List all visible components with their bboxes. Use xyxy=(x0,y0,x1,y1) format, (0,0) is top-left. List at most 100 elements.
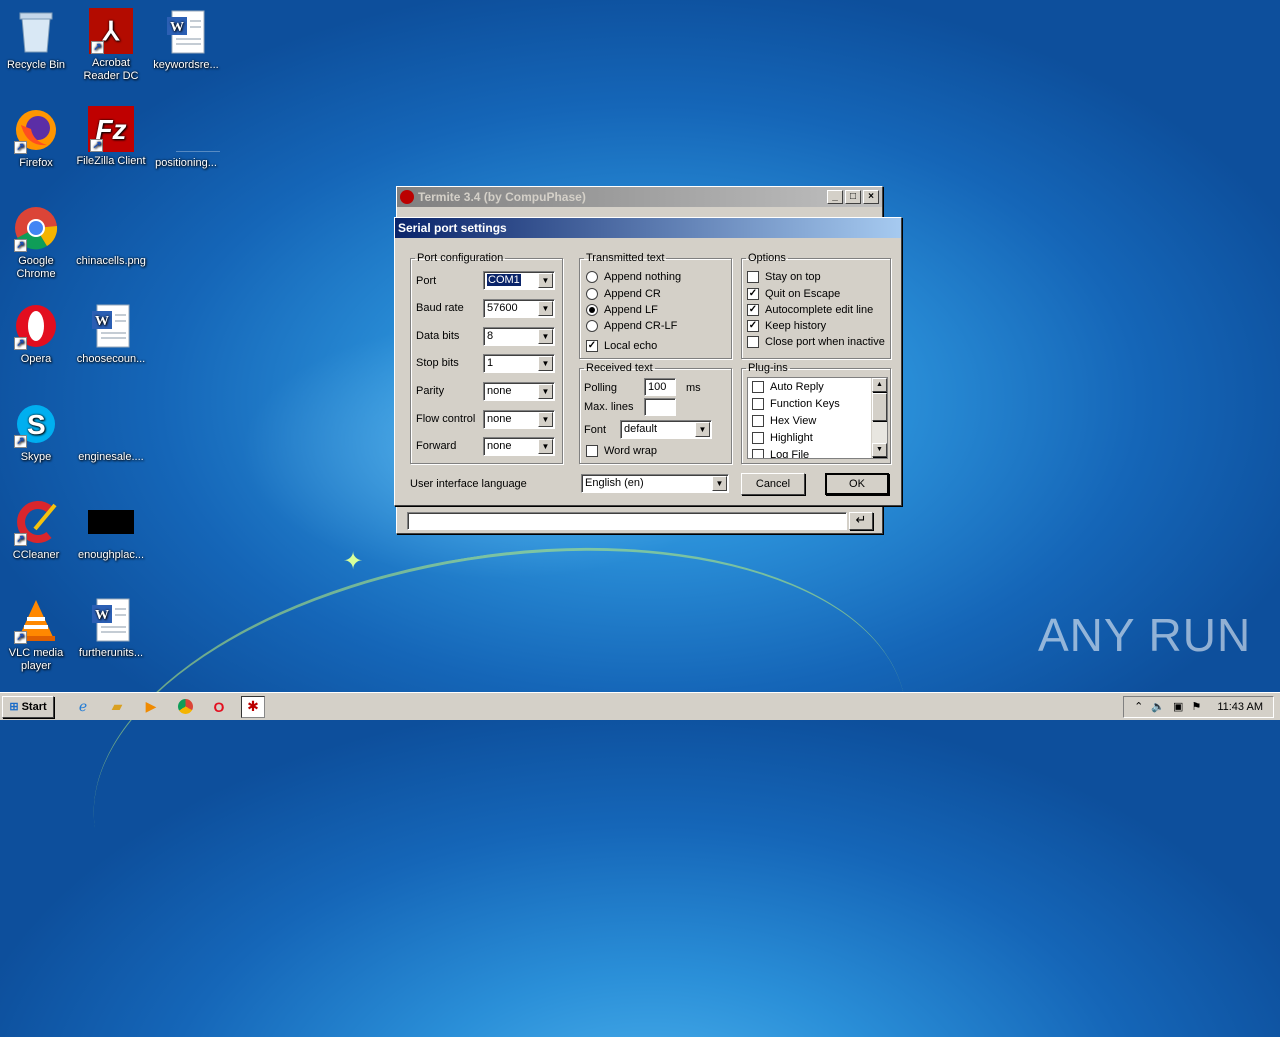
vlc-icon: ↗ xyxy=(12,596,60,644)
desktop-icon-acrobat[interactable]: ⅄ ↗ Acrobat Reader DC xyxy=(73,8,149,83)
scroll-thumb[interactable] xyxy=(872,393,887,421)
forward-select[interactable]: none ▼ xyxy=(483,437,555,456)
dialog-titlebar[interactable]: Serial port settings xyxy=(395,218,901,238)
send-button[interactable]: ↵ xyxy=(849,512,873,530)
word-wrap-checkbox[interactable]: Word wrap xyxy=(586,445,657,457)
chevron-down-icon: ▼ xyxy=(538,329,553,344)
start-button[interactable]: ⊞ Start xyxy=(2,695,54,718)
action-center-flag-icon[interactable]: ⚑ xyxy=(1191,700,1201,713)
svg-text:W: W xyxy=(170,20,184,35)
desktop-icon-skype[interactable]: S ↗ Skype xyxy=(0,400,74,464)
language-select[interactable]: English (en) ▼ xyxy=(581,474,729,493)
close-port-checkbox[interactable]: Close port when inactive xyxy=(747,336,885,348)
svg-text:W: W xyxy=(95,314,109,329)
checkmark-icon: ✓ xyxy=(586,340,598,352)
polling-unit: ms xyxy=(686,382,701,394)
plugins-list[interactable]: Auto Reply Function Keys Hex View Highli… xyxy=(747,377,888,459)
opera-icon: ↗ xyxy=(12,302,60,350)
plugin-log-file[interactable]: Log File xyxy=(752,449,809,458)
flow-control-select[interactable]: none ▼ xyxy=(483,410,555,429)
opera-icon[interactable]: O xyxy=(207,696,231,718)
stay-on-top-checkbox[interactable]: Stay on top xyxy=(747,271,821,283)
autocomplete-checkbox[interactable]: ✓ Autocomplete edit line xyxy=(747,304,873,316)
desktop-icon-chrome[interactable]: ↗ Google Chrome xyxy=(0,204,74,281)
forward-label: Forward xyxy=(416,440,457,452)
desktop-icon-enginesale[interactable]: enginesale.... xyxy=(73,400,149,464)
clock[interactable]: 11:43 AM xyxy=(1217,701,1263,713)
desktop-icon-recycle-bin[interactable]: Recycle Bin xyxy=(0,8,74,72)
desktop-icon-enoughplac[interactable]: enoughplac... xyxy=(73,498,149,562)
plugin-function-keys[interactable]: Function Keys xyxy=(752,398,840,410)
data-bits-select[interactable]: 8 ▼ xyxy=(483,327,555,346)
anyrun-watermark: ANY RUN xyxy=(1038,609,1252,661)
desktop-icon-opera[interactable]: ↗ Opera xyxy=(0,302,74,366)
network-icon[interactable]: ▣ xyxy=(1173,700,1183,713)
wallpaper-sparkle: ✦ xyxy=(343,548,364,575)
maximize-button[interactable]: □ xyxy=(845,190,861,204)
chevron-down-icon: ▼ xyxy=(538,273,553,288)
scroll-down-icon[interactable]: ▼ xyxy=(872,443,887,457)
desktop-icon-vlc[interactable]: ↗ VLC media player xyxy=(0,596,74,673)
append-cr-lf-radio[interactable]: Append CR-LF xyxy=(586,320,677,332)
desktop-icon-firefox[interactable]: ↗ Firefox xyxy=(0,106,74,170)
font-select[interactable]: default ▼ xyxy=(620,420,712,439)
max-lines-label: Max. lines xyxy=(584,401,634,413)
plugins-scrollbar[interactable]: ▲ ▼ xyxy=(871,378,887,458)
volume-icon[interactable]: 🔈 xyxy=(1151,700,1165,713)
svg-text:S: S xyxy=(27,409,46,440)
media-player-icon[interactable]: ▶ xyxy=(139,696,163,718)
desktop-icon-filezilla[interactable]: Fz ↗ FileZilla Client xyxy=(73,106,149,168)
chevron-down-icon: ▼ xyxy=(538,439,553,454)
stop-bits-select[interactable]: 1 ▼ xyxy=(483,354,555,373)
word-doc-icon: W xyxy=(87,302,135,350)
plugin-highlight[interactable]: Highlight xyxy=(752,432,813,444)
scroll-up-icon[interactable]: ▲ xyxy=(872,378,887,392)
parity-select[interactable]: none ▼ xyxy=(483,382,555,401)
font-label: Font xyxy=(584,424,607,436)
plugin-auto-reply[interactable]: Auto Reply xyxy=(752,381,824,393)
termite-icon[interactable]: ✱ xyxy=(241,695,265,718)
desktop-icon-keywordsre[interactable]: W keywordsre... xyxy=(148,8,224,72)
ie-icon[interactable]: ℯ xyxy=(71,696,95,718)
cancel-button[interactable]: Cancel xyxy=(741,473,805,495)
desktop-icon-chinacells[interactable]: chinacells.png xyxy=(73,204,149,268)
quit-on-escape-checkbox[interactable]: ✓ Quit on Escape xyxy=(747,288,840,300)
port-select[interactable]: COM1 ▼ xyxy=(483,271,555,290)
windows-logo-icon: ⊞ xyxy=(9,700,19,713)
append-nothing-radio[interactable]: Append nothing xyxy=(586,271,681,283)
ok-button[interactable]: OK xyxy=(825,473,889,495)
taskbar: ⊞ Start ℯ ▰ ▶ O ✱ ⌃ 🔈 ▣ ⚑ 11:43 AM xyxy=(0,692,1280,720)
chevron-down-icon: ▼ xyxy=(695,422,710,437)
send-input[interactable] xyxy=(407,512,847,530)
local-echo-checkbox[interactable]: ✓ Local echo xyxy=(586,340,657,352)
stop-bits-label: Stop bits xyxy=(416,357,459,369)
filezilla-icon: Fz ↗ xyxy=(88,106,134,152)
chevron-down-icon: ▼ xyxy=(538,384,553,399)
tray-expand-icon[interactable]: ⌃ xyxy=(1134,700,1143,713)
checkmark-icon: ✓ xyxy=(747,288,759,300)
append-cr-radio[interactable]: Append CR xyxy=(586,288,661,300)
chrome-icon[interactable] xyxy=(173,696,197,718)
desktop-icon-ccleaner[interactable]: ↗ CCleaner xyxy=(0,498,74,562)
file-icon xyxy=(87,400,135,448)
desktop-icon-furtherunits[interactable]: W furtherunits... xyxy=(73,596,149,660)
baud-rate-select[interactable]: 57600 ▼ xyxy=(483,299,555,318)
desktop-icon-choosecoun[interactable]: W choosecoun... xyxy=(73,302,149,366)
acrobat-icon: ⅄ ↗ xyxy=(89,8,133,54)
chevron-down-icon: ▼ xyxy=(538,301,553,316)
minimize-button[interactable]: _ xyxy=(827,190,843,204)
file-icon xyxy=(162,106,220,154)
checkmark-icon: ✓ xyxy=(747,304,759,316)
plugin-hex-view[interactable]: Hex View xyxy=(752,415,816,427)
close-button[interactable]: × xyxy=(863,190,879,204)
desktop-icon-positioning[interactable]: positioning... xyxy=(148,106,224,170)
word-doc-icon: W xyxy=(87,596,135,644)
checkmark-icon: ✓ xyxy=(747,320,759,332)
max-lines-input[interactable] xyxy=(644,398,676,416)
polling-input[interactable]: 100 xyxy=(644,378,676,396)
append-lf-radio[interactable]: Append LF xyxy=(586,304,658,316)
keep-history-checkbox[interactable]: ✓ Keep history xyxy=(747,320,826,332)
explorer-icon[interactable]: ▰ xyxy=(105,696,129,718)
termite-titlebar[interactable]: Termite 3.4 (by CompuPhase) _ □ × xyxy=(397,187,882,207)
word-doc-icon: W xyxy=(162,8,210,56)
